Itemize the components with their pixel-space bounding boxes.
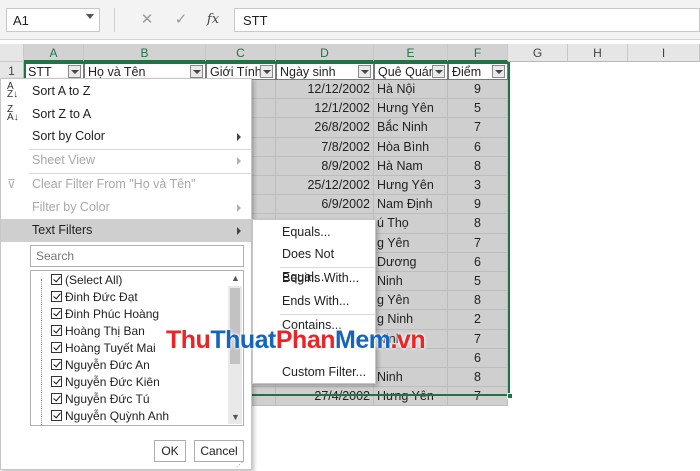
clear-filter-icon: ⊽ bbox=[7, 177, 16, 191]
list-item[interactable]: Nguyễn Quỳnh Anh bbox=[37, 408, 169, 425]
sort-a-to-z[interactable]: A Z↓ Sort A to Z bbox=[1, 80, 251, 103]
sort-ascending-icon: A Z↓ bbox=[7, 81, 19, 100]
equals-item[interactable]: Equals... bbox=[253, 221, 375, 244]
checkbox-checked-icon[interactable] bbox=[51, 393, 62, 405]
text-filters[interactable]: Text Filters bbox=[1, 219, 251, 242]
checkbox-checked-icon[interactable] bbox=[51, 274, 62, 286]
sort-z-to-a[interactable]: Z A↓ Sort Z to A bbox=[1, 103, 251, 126]
list-item-label: Nguyễn Quỳnh Anh bbox=[65, 409, 170, 423]
chevron-right-icon bbox=[237, 227, 241, 235]
chevron-right-icon bbox=[237, 204, 241, 212]
does-not-equal-item[interactable]: Does Not Equal... bbox=[253, 243, 375, 284]
formula-input[interactable]: STT bbox=[234, 8, 700, 32]
list-item-label: Hoàng Thị Ban bbox=[65, 324, 145, 338]
list-item[interactable]: Nguyễn Đức Kiên bbox=[37, 374, 160, 391]
sort-by-color[interactable]: Sort by Color bbox=[1, 125, 251, 148]
list-item-label: Đinh Đức Đạt bbox=[65, 290, 138, 304]
checkbox-checked-icon[interactable] bbox=[51, 410, 62, 422]
list-item[interactable]: Đinh Đức Đạt bbox=[37, 289, 138, 306]
menu-item-label: Sort Z to A bbox=[32, 107, 92, 121]
checkbox-checked-icon[interactable] bbox=[51, 359, 62, 371]
list-item-label: Nguyễn Đức Kiên bbox=[65, 375, 160, 389]
select-all-corner[interactable] bbox=[0, 44, 24, 62]
menu-item-label: Sheet View bbox=[32, 153, 96, 167]
search-input[interactable]: Search bbox=[30, 245, 244, 267]
watermark-part: Mem bbox=[335, 326, 391, 354]
column-header-d[interactable]: D bbox=[276, 44, 374, 62]
list-item[interactable]: Đinh Phúc Hoàng bbox=[37, 306, 159, 323]
name-box[interactable]: A1 bbox=[6, 8, 100, 32]
divider bbox=[114, 8, 115, 32]
list-item-label: Đinh Phúc Hoàng bbox=[65, 307, 160, 321]
checkbox-checked-icon[interactable] bbox=[51, 308, 62, 320]
list-item[interactable]: Nguyễn Đức An bbox=[37, 357, 150, 374]
chevron-right-icon bbox=[237, 133, 241, 141]
list-item[interactable]: (Select All) bbox=[37, 272, 122, 289]
insert-function-icon[interactable]: fx bbox=[202, 10, 224, 30]
column-header-a[interactable]: A bbox=[24, 44, 84, 62]
sort-descending-icon: Z A↓ bbox=[7, 104, 19, 123]
ok-button[interactable]: OK bbox=[154, 440, 186, 462]
scroll-down-icon[interactable]: ▼ bbox=[231, 412, 240, 422]
resize-grip-icon[interactable]: ⋰ bbox=[236, 462, 246, 470]
watermark-part: .vn bbox=[390, 326, 426, 354]
list-item[interactable]: Hoàng Tuyết Mai bbox=[37, 340, 156, 357]
filter-by-color: Filter by Color bbox=[1, 196, 251, 219]
column-header-h[interactable]: H bbox=[568, 44, 628, 62]
menu-item-label: Sort A to Z bbox=[32, 84, 91, 98]
text-filters-submenu: Equals... Does Not Equal... Begins With.… bbox=[252, 219, 376, 384]
checkbox-checked-icon[interactable] bbox=[51, 342, 62, 354]
column-header-c[interactable]: C bbox=[206, 44, 276, 62]
fill-handle[interactable] bbox=[507, 393, 513, 399]
ends-with-item[interactable]: Ends With... bbox=[253, 290, 375, 313]
watermark-logo: ThuThuatPhanMem.vn bbox=[166, 326, 426, 355]
sheet-view: Sheet View bbox=[1, 149, 251, 172]
column-header-e[interactable]: E bbox=[374, 44, 448, 62]
watermark-part: Thuat bbox=[210, 326, 276, 354]
custom-filter-item[interactable]: Custom Filter... bbox=[253, 361, 375, 384]
menu-item-label: Text Filters bbox=[32, 223, 93, 237]
watermark-part: Thu bbox=[166, 326, 211, 354]
scroll-up-icon[interactable]: ▲ bbox=[231, 273, 240, 283]
chevron-right-icon bbox=[237, 157, 241, 165]
begins-with-item[interactable]: Begins With... bbox=[253, 267, 375, 290]
list-item-label: Hoàng Tuyết Mai bbox=[65, 341, 156, 355]
list-item[interactable]: Hoàng Thị Ban bbox=[37, 323, 145, 340]
column-header-g[interactable]: G bbox=[508, 44, 568, 62]
menu-item-label: Clear Filter From "Họ và Tên" bbox=[32, 177, 196, 191]
column-header-i[interactable]: I bbox=[628, 44, 700, 62]
checkbox-checked-icon[interactable] bbox=[51, 376, 62, 388]
cancel-button[interactable]: Cancel bbox=[194, 440, 244, 462]
watermark-part: Phan bbox=[275, 326, 336, 354]
menu-item-label: Filter by Color bbox=[32, 200, 110, 214]
list-item-label: Nguyễn Đức Tú bbox=[65, 392, 150, 406]
list-item[interactable]: Nguyễn Đức Tú bbox=[37, 391, 150, 408]
chevron-down-icon[interactable] bbox=[86, 14, 94, 19]
column-header-f[interactable]: F bbox=[448, 44, 508, 62]
list-item-label: (Select All) bbox=[65, 273, 123, 287]
list-item-label: Nguyễn Đức An bbox=[65, 358, 150, 372]
checkbox-checked-icon[interactable] bbox=[51, 325, 62, 337]
enter-icon[interactable]: ✓ bbox=[170, 10, 192, 30]
cancel-icon[interactable]: ✕ bbox=[136, 10, 158, 30]
column-header-b[interactable]: B bbox=[84, 44, 206, 62]
menu-item-label: Sort by Color bbox=[32, 129, 105, 143]
clear-filter: ⊽ Clear Filter From "Họ và Tên" bbox=[1, 173, 251, 196]
checkbox-checked-icon[interactable] bbox=[51, 291, 62, 303]
